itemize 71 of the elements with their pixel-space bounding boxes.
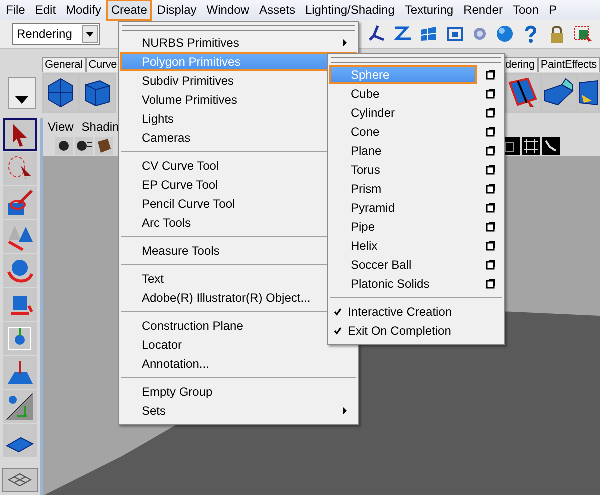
menu-item[interactable]: Lighting/Shading xyxy=(300,0,400,21)
menu-item[interactable]: Soccer Ball xyxy=(329,255,477,274)
option-box-icon[interactable] xyxy=(486,164,496,174)
menu-item[interactable]: Cylinder xyxy=(329,103,477,122)
cube-icon[interactable] xyxy=(80,75,114,111)
menu-set-dropdown[interactable]: Rendering xyxy=(12,23,100,45)
option-box-icon[interactable] xyxy=(486,222,496,232)
menu-item[interactable]: Edit xyxy=(30,0,62,21)
move-tool-icon[interactable] xyxy=(3,220,37,253)
sphere-icon[interactable] xyxy=(494,24,516,44)
menu-item[interactable]: Cube xyxy=(329,84,477,103)
shelf-tab[interactable]: General xyxy=(42,57,86,72)
scale-tool-icon[interactable] xyxy=(3,288,37,321)
option-box-icon[interactable] xyxy=(486,70,496,80)
panel-menu-item[interactable]: View xyxy=(48,120,74,134)
joint-icon[interactable] xyxy=(542,137,560,155)
option-box-icon[interactable] xyxy=(486,88,496,98)
tear-off-line[interactable] xyxy=(122,25,355,31)
plane-outline-icon[interactable] xyxy=(2,468,38,492)
manipulator-tool-icon[interactable] xyxy=(3,322,37,355)
option-box-icon[interactable] xyxy=(486,108,496,118)
option-box-icon[interactable] xyxy=(486,278,496,288)
menu-item[interactable]: Empty Group xyxy=(120,382,357,401)
menu-item[interactable]: Prism xyxy=(329,179,477,198)
tear-off-line[interactable] xyxy=(331,57,501,63)
option-box-icon[interactable] xyxy=(486,202,496,212)
caret-icon xyxy=(86,32,94,36)
select-tool-icon[interactable] xyxy=(3,118,37,151)
menu-item[interactable]: Toon xyxy=(508,0,544,21)
menu-item[interactable]: Platonic Solids xyxy=(329,274,477,293)
rotate-tool-icon[interactable] xyxy=(3,254,37,287)
shelf-tab[interactable]: PaintEffects xyxy=(538,57,600,72)
polyhedron-icon[interactable] xyxy=(44,75,78,111)
frame-icon[interactable] xyxy=(522,137,540,155)
menu-item[interactable]: Modify xyxy=(61,0,106,21)
paint-tool-icon[interactable] xyxy=(3,186,37,219)
option-box-icon[interactable] xyxy=(486,240,496,250)
split-face-icon[interactable] xyxy=(506,75,540,111)
option-box-icon[interactable] xyxy=(486,260,496,270)
menu-item[interactable]: Pipe xyxy=(329,217,477,236)
menu-item[interactable]: Helix xyxy=(329,236,477,255)
menu-item[interactable]: Annotation... xyxy=(120,354,357,373)
option-box-icon[interactable] xyxy=(486,184,496,194)
shelf-tab[interactable]: Curve xyxy=(86,57,120,72)
menu-item[interactable]: Pyramid xyxy=(329,198,477,217)
menu-item[interactable]: Torus xyxy=(329,160,477,179)
poly-grid-icon[interactable] xyxy=(578,75,598,111)
caret-icon xyxy=(15,96,29,104)
lasso-tool-icon[interactable] xyxy=(3,152,37,185)
grid-tool-icon[interactable] xyxy=(3,424,37,457)
menu-item[interactable]: Create xyxy=(106,0,152,21)
menu-item[interactable]: Display xyxy=(152,0,202,21)
menu-item[interactable]: Cone xyxy=(329,122,477,141)
checkbox-menu-item[interactable]: Exit On Completion xyxy=(328,321,504,340)
menu-item[interactable]: Plane xyxy=(329,141,477,160)
checkbox-menu-item[interactable]: Interactive Creation xyxy=(328,302,504,321)
shelf-tab[interactable]: dering xyxy=(502,57,538,72)
menu-item[interactable]: NURBS Primitives xyxy=(120,33,357,52)
menu-item[interactable]: Render xyxy=(458,0,508,21)
menu-item[interactable]: Texturing xyxy=(400,0,459,21)
menu-item[interactable]: File xyxy=(1,0,30,21)
shelf-menu-button[interactable] xyxy=(8,77,36,109)
menu-item[interactable]: Sets xyxy=(120,401,357,420)
wedge-face-icon[interactable] xyxy=(542,75,576,111)
panel-menu-item[interactable]: Shadin xyxy=(82,120,120,134)
menu-item[interactable]: Assets xyxy=(254,0,300,21)
option-box-icon[interactable] xyxy=(486,146,496,156)
option-box-icon[interactable] xyxy=(486,126,496,136)
render-region-icon[interactable] xyxy=(572,24,594,44)
menu-item[interactable]: P xyxy=(544,0,562,21)
menu-item[interactable]: Window xyxy=(202,0,254,21)
